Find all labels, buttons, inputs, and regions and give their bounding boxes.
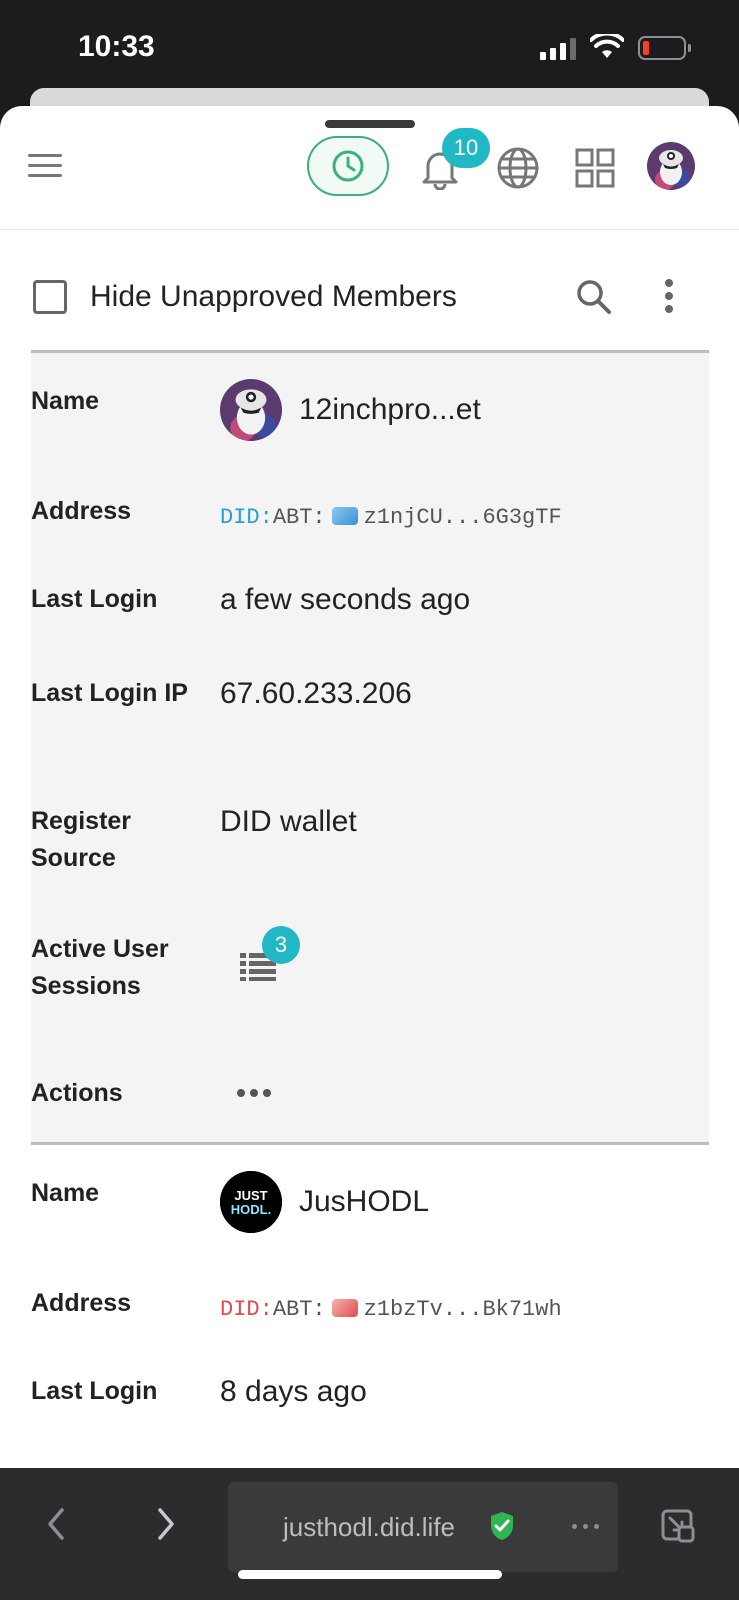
chevron-right-icon[interactable] [154,1506,178,1542]
last-login-label: Last Login [31,1377,158,1405]
did-chain: ABT: [272,1297,326,1322]
clock-icon [332,150,364,182]
actions-label: Actions [31,1079,123,1107]
register-source-label: Register Source [31,807,132,872]
more-vert-icon[interactable] [665,279,675,318]
did-chain: ABT: [272,505,326,530]
hide-unapproved-label[interactable]: Hide Unapproved Members [90,280,457,314]
member-avatar: JUST HODL. [220,1171,282,1233]
status-time: 10:33 [78,30,155,63]
last-login-label: Last Login [31,585,158,613]
name-label: Name [31,1179,100,1207]
address-value: z1bzTv...Bk71wh [363,1297,562,1322]
sessions-count-badge: 3 [262,926,300,964]
member-name[interactable]: 12inchpro...et [299,393,481,427]
register-source-value: DID wallet [220,805,357,838]
svg-text:HODL.: HODL. [231,1202,271,1217]
member-card: Name 12inchpro...et Address DID:ABT: z1nj… [31,350,709,1142]
app-header: 10 [0,106,739,230]
did-prefix: DID: [220,505,273,530]
member-address[interactable]: DID:ABT: z1njCU...6G3gTF [220,497,562,531]
members-toolbar: Hide Unapproved Members [0,230,739,350]
menu-icon[interactable] [28,154,62,180]
member-card: Name JUST HODL. JusHODL Address DID:ABT:… [31,1142,709,1468]
more-horiz-icon[interactable] [572,1524,599,1529]
home-indicator[interactable] [238,1570,502,1579]
address-label: Address [31,497,132,525]
apps-icon[interactable] [575,148,615,188]
hide-unapproved-checkbox[interactable] [33,280,67,314]
last-login-value: 8 days ago [220,1375,367,1408]
app-sheet: 10 Hide Unapproved Members Name 12inchpr… [0,106,739,1468]
last-login-ip-label: Last Login IP [31,679,188,707]
browser-toolbar: justhodl.did.life [0,1468,739,1600]
svg-text:JUST: JUST [234,1188,267,1203]
search-icon[interactable] [575,278,613,316]
clock-button[interactable] [307,136,389,196]
name-label: Name [31,387,100,415]
member-avatar [220,379,282,441]
last-login-ip-value: 67.60.233.206 [220,677,412,710]
shield-check-icon [491,1512,513,1540]
user-avatar[interactable] [647,142,695,190]
status-bar: 10:33 [0,0,739,100]
globe-icon[interactable] [496,146,540,190]
active-sessions-label: Active User Sessions [31,935,169,1000]
address-bar[interactable]: justhodl.did.life [228,1482,618,1572]
member-address[interactable]: DID:ABT: z1bzTv...Bk71wh [220,1289,562,1323]
did-identicon-icon [331,507,358,525]
more-horiz-icon[interactable] [237,1089,271,1097]
signal-icon [540,38,576,60]
url-text: justhodl.did.life [283,1512,455,1542]
notification-badge: 10 [442,128,490,168]
did-prefix: DID: [220,1297,273,1322]
address-value: z1njCU...6G3gTF [363,505,562,530]
did-identicon-icon [331,1299,358,1317]
shrink-window-icon[interactable] [660,1508,696,1544]
wifi-icon [590,34,624,58]
address-label: Address [31,1289,132,1317]
last-login-value: a few seconds ago [220,583,471,616]
chevron-left-icon[interactable] [44,1506,68,1542]
battery-icon [638,36,691,60]
member-name[interactable]: JusHODL [299,1185,429,1219]
